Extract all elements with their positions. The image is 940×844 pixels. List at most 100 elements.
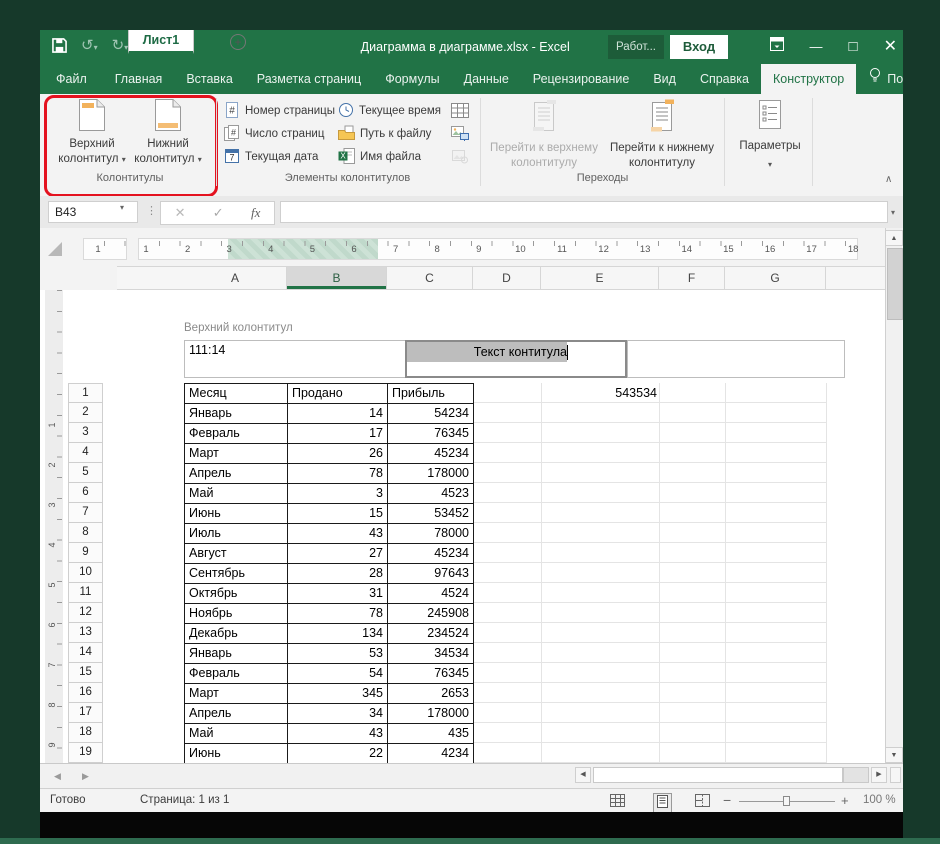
table-cell[interactable]: 43 (288, 724, 388, 744)
column-header-B[interactable]: B (287, 267, 387, 289)
table-cell[interactable]: Октябрь (185, 584, 288, 604)
table-cell[interactable]: 43 (288, 524, 388, 544)
table-cell[interactable]: 31 (288, 584, 388, 604)
tab-файл[interactable]: Файл (40, 64, 103, 94)
prev-sheet-icon[interactable]: ◀ (54, 771, 61, 782)
table-cell[interactable]: Март (185, 684, 288, 704)
sheet-tab-list1[interactable]: Лист1 (128, 30, 194, 54)
column-header-G[interactable]: G (725, 267, 826, 289)
row-header-14[interactable]: 14 (68, 643, 103, 663)
table-cell[interactable]: Февраль (185, 424, 288, 444)
horizontal-scroll-track[interactable] (843, 767, 869, 783)
header-button[interactable]: Верхний колонтитул ▾ (56, 97, 128, 171)
sheet-name-icon[interactable] (450, 100, 470, 120)
table-cell[interactable]: Апрель (185, 704, 288, 724)
table-cell[interactable]: 97643 (388, 564, 474, 584)
table-cell[interactable]: 3 (288, 484, 388, 504)
page-layout-view-icon[interactable] (653, 793, 672, 812)
table-cell[interactable]: 4234 (388, 744, 474, 763)
table-cell[interactable]: Июнь (185, 744, 288, 763)
table-cell[interactable]: Прибыль (388, 384, 474, 404)
tab-split-handle[interactable] (890, 767, 901, 783)
table-cell[interactable]: 78 (288, 464, 388, 484)
row-header-3[interactable]: 3 (68, 423, 103, 443)
table-cell[interactable]: Апрель (185, 464, 288, 484)
cell-e1[interactable]: 543534 (541, 383, 659, 403)
vertical-scroll-thumb[interactable] (887, 248, 903, 320)
page-header-center-section[interactable]: Текст контитула (405, 340, 627, 378)
zoom-level[interactable]: 100 % (863, 794, 896, 806)
table-cell[interactable]: 4523 (388, 484, 474, 504)
formula-bar-splitter[interactable]: ⋮ (146, 204, 157, 217)
picture-icon[interactable] (450, 123, 470, 143)
table-cell[interactable]: 34534 (388, 644, 474, 664)
table-cell[interactable]: 54 (288, 664, 388, 684)
row-header-8[interactable]: 8 (68, 523, 103, 543)
formula-bar-expand-icon[interactable]: ▾ (891, 208, 895, 217)
row-header-18[interactable]: 18 (68, 723, 103, 743)
page-header-left-section[interactable]: 111:14 (184, 340, 406, 378)
table-cell[interactable]: Месяц (185, 384, 288, 404)
table-cell[interactable]: Февраль (185, 664, 288, 684)
page-header-right-section[interactable] (627, 340, 845, 378)
hscroll-left-icon[interactable]: ◀ (575, 767, 591, 783)
column-header-C[interactable]: C (387, 267, 473, 289)
table-cell[interactable]: Март (185, 444, 288, 464)
name-box[interactable]: B43 (48, 201, 138, 223)
row-header-4[interactable]: 4 (68, 443, 103, 463)
row-header-1[interactable]: 1 (68, 383, 103, 403)
cancel-entry-icon[interactable]: ✕ (175, 205, 186, 221)
next-sheet-icon[interactable]: ▶ (82, 771, 89, 782)
table-cell[interactable]: 234524 (388, 624, 474, 644)
column-header-F[interactable]: F (659, 267, 725, 289)
add-sheet-button[interactable]: + (230, 34, 246, 50)
scroll-down-icon[interactable]: ▼ (885, 747, 903, 763)
column-header-A[interactable]: A (184, 267, 287, 289)
table-cell[interactable]: 45234 (388, 544, 474, 564)
zoom-out-icon[interactable]: − (723, 792, 731, 808)
row-header-11[interactable]: 11 (68, 583, 103, 603)
table-cell[interactable]: Продано (288, 384, 388, 404)
button-page-number[interactable]: # Номер страницы (224, 101, 335, 121)
table-cell[interactable]: Сентябрь (185, 564, 288, 584)
table-cell[interactable]: 435 (388, 724, 474, 744)
table-cell[interactable]: Июнь (185, 504, 288, 524)
zoom-slider-thumb[interactable] (783, 796, 790, 806)
ribbon-display-options-icon[interactable] (769, 30, 784, 64)
scroll-up-icon[interactable]: ▲ (885, 230, 903, 246)
table-cell[interactable]: 14 (288, 404, 388, 424)
column-header-E[interactable]: E (541, 267, 659, 289)
save-icon[interactable] (52, 37, 67, 57)
table-cell[interactable]: Май (185, 484, 288, 504)
row-header-19[interactable]: 19 (68, 743, 103, 763)
row-header-2[interactable]: 2 (68, 403, 103, 423)
table-cell[interactable]: 76345 (388, 424, 474, 444)
table-cell[interactable]: 15 (288, 504, 388, 524)
tab-разметка страниц[interactable]: Разметка страниц (245, 64, 373, 94)
table-cell[interactable]: Ноябрь (185, 604, 288, 624)
insert-function-icon[interactable]: fx (251, 205, 260, 221)
collapse-ribbon-icon[interactable]: ∧ (885, 174, 892, 185)
row-header-17[interactable]: 17 (68, 703, 103, 723)
table-cell[interactable]: 78 (288, 604, 388, 624)
button-current-time[interactable]: Текущее время (338, 101, 441, 121)
hscroll-right-icon[interactable]: ▶ (871, 767, 887, 783)
name-box-dropdown-icon[interactable]: ▾ (120, 203, 124, 212)
table-cell[interactable]: Июль (185, 524, 288, 544)
tab-вставка[interactable]: Вставка (174, 64, 244, 94)
table-cell[interactable]: Декабрь (185, 624, 288, 644)
row-header-5[interactable]: 5 (68, 463, 103, 483)
row-header-13[interactable]: 13 (68, 623, 103, 643)
maximize-button[interactable]: □ (849, 30, 858, 64)
table-cell[interactable]: 245908 (388, 604, 474, 624)
goto-footer-button[interactable]: Перейти к нижнему колонтитулу (606, 97, 718, 171)
table-cell[interactable]: 345 (288, 684, 388, 704)
table-cell[interactable]: 45234 (388, 444, 474, 464)
close-button[interactable]: ✕ (884, 30, 897, 64)
normal-view-icon[interactable] (610, 793, 625, 811)
table-cell[interactable]: 78000 (388, 524, 474, 544)
page-break-view-icon[interactable] (695, 793, 710, 811)
tab-главная[interactable]: Главная (103, 64, 175, 94)
button-current-date[interactable]: 7 Текущая дата (224, 147, 318, 167)
table-cell[interactable]: 134 (288, 624, 388, 644)
